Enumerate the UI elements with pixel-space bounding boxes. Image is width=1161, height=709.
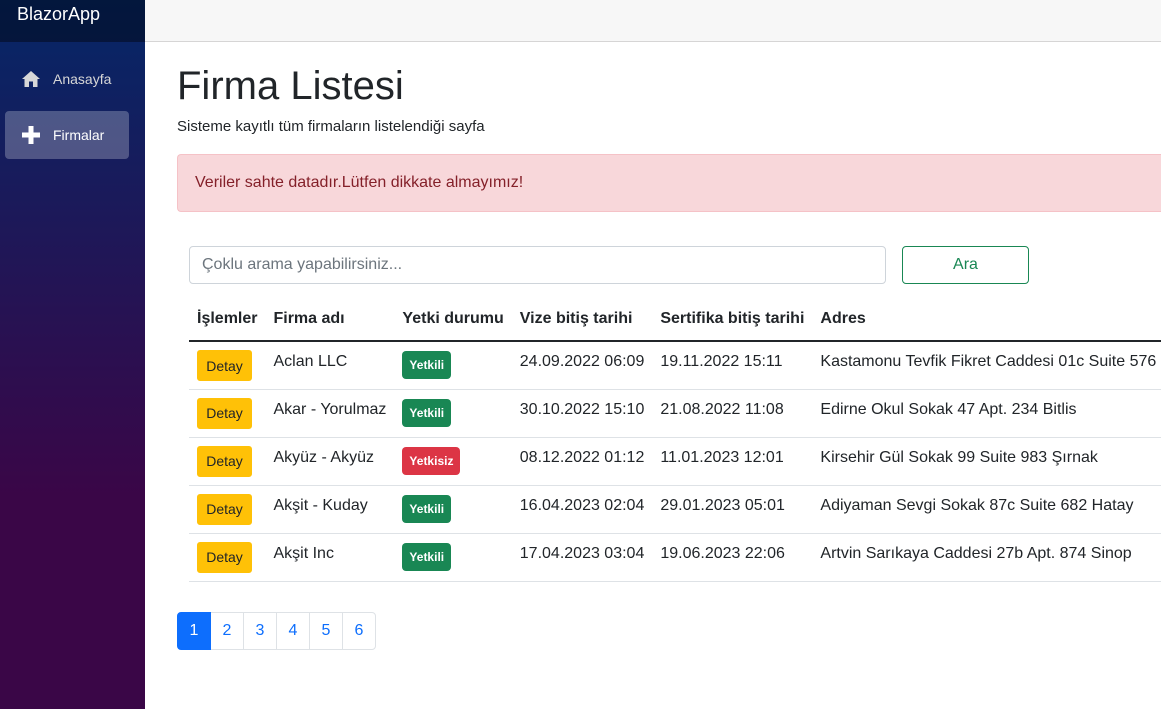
visa-end-cell: 16.04.2023 02:04 — [511, 485, 653, 534]
page-link-1[interactable]: 1 — [177, 612, 211, 650]
sidebar-item-label: Anasayfa — [53, 71, 112, 87]
visa-end-cell: 08.12.2022 01:12 — [511, 437, 653, 486]
detail-button[interactable]: Detay — [197, 350, 252, 381]
authorization-cell: Yetkili — [394, 533, 512, 582]
status-badge: Yetkili — [402, 398, 452, 427]
address-cell: Kastamonu Tevfik Fikret Caddesi 01c Suit… — [812, 341, 1161, 390]
sidebar: BlazorApp Anasayfa Firmalar — [0, 0, 145, 709]
company-name-cell: Akar - Yorulmaz — [265, 389, 395, 438]
page-link-3[interactable]: 3 — [243, 612, 277, 650]
page-link-5[interactable]: 5 — [309, 612, 343, 650]
detail-button[interactable]: Detay — [197, 397, 252, 429]
table-row: Detay Akşit - Kuday Yetkili 16.04.2023 0… — [189, 485, 1161, 534]
page-link-2[interactable]: 2 — [210, 612, 244, 650]
table-header-row: İşlemler Firma adı Yetki durumu Vize bit… — [189, 298, 1161, 342]
sidebar-nav: Anasayfa Firmalar — [0, 42, 145, 159]
company-name-cell: Akşit - Kuday — [265, 485, 395, 534]
sidebar-item-firmalar[interactable]: Firmalar — [5, 111, 129, 159]
company-name-cell: Aclan LLC — [265, 341, 395, 390]
search-row: Ara — [189, 246, 1029, 284]
table-row: Detay Akar - Yorulmaz Yetkili 30.10.2022… — [189, 389, 1161, 438]
pagination: 1 2 3 4 5 6 — [177, 612, 376, 650]
certificate-end-cell: 19.11.2022 15:11 — [652, 341, 813, 390]
column-header-firma-adi: Firma adı — [265, 298, 395, 342]
certificate-end-cell: 21.08.2022 11:08 — [652, 389, 813, 438]
sidebar-item-anasayfa[interactable]: Anasayfa — [5, 55, 129, 103]
detail-button[interactable]: Detay — [197, 493, 252, 525]
column-header-adres: Adres — [812, 298, 1161, 342]
actions-cell: Detay — [189, 341, 266, 390]
status-badge: Yetkisiz — [402, 446, 461, 475]
top-bar — [145, 0, 1161, 42]
table-row: Detay Aclan LLC Yetkili 24.09.2022 06:09… — [189, 341, 1161, 390]
authorization-cell: Yetkili — [394, 485, 512, 534]
column-header-sertifika-bitis: Sertifika bitiş tarihi — [652, 298, 813, 342]
search-button[interactable]: Ara — [902, 246, 1029, 284]
status-badge: Yetkili — [402, 351, 452, 379]
home-icon — [21, 69, 41, 89]
address-cell: Edirne Okul Sokak 47 Apt. 234 Bitlis — [812, 389, 1161, 438]
page-title: Firma Listesi — [177, 64, 404, 108]
company-name-cell: Akşit Inc — [265, 533, 395, 582]
warning-alert: Veriler sahte datadır.Lütfen dikkate alm… — [177, 154, 1161, 212]
address-cell: Artvin Sarıkaya Caddesi 27b Apt. 874 Sin… — [812, 533, 1161, 582]
address-cell: Kirsehir Gül Sokak 99 Suite 983 Şırnak — [812, 437, 1161, 486]
status-badge: Yetkili — [402, 542, 452, 571]
visa-end-cell: 24.09.2022 06:09 — [511, 341, 653, 390]
certificate-end-cell: 11.01.2023 12:01 — [652, 437, 813, 486]
visa-end-cell: 17.04.2023 03:04 — [511, 533, 653, 582]
alert-text: Veriler sahte datadır.Lütfen dikkate alm… — [195, 174, 524, 191]
company-name-cell: Akyüz - Akyüz — [265, 437, 395, 486]
app-brand[interactable]: BlazorApp — [17, 4, 100, 25]
authorization-cell: Yetkisiz — [394, 437, 512, 486]
main-content: Firma Listesi Sisteme kayıtlı tüm firmal… — [177, 42, 1161, 650]
page-subtitle: Sisteme kayıtlı tüm firmaların listelend… — [177, 118, 485, 135]
actions-cell: Detay — [189, 533, 266, 582]
page-link-6[interactable]: 6 — [342, 612, 376, 650]
actions-cell: Detay — [189, 437, 266, 486]
visa-end-cell: 30.10.2022 15:10 — [511, 389, 653, 438]
column-header-islemler: İşlemler — [189, 298, 266, 342]
authorization-cell: Yetkili — [394, 389, 512, 438]
search-input[interactable] — [189, 246, 886, 284]
certificate-end-cell: 29.01.2023 05:01 — [652, 485, 813, 534]
actions-cell: Detay — [189, 485, 266, 534]
brand-bar: BlazorApp — [0, 0, 145, 42]
table-row: Detay Akşit Inc Yetkili 17.04.2023 03:04… — [189, 533, 1161, 582]
actions-cell: Detay — [189, 389, 266, 438]
sidebar-item-label: Firmalar — [53, 127, 105, 143]
plus-icon — [21, 125, 41, 145]
detail-button[interactable]: Detay — [197, 445, 252, 477]
detail-button[interactable]: Detay — [197, 541, 252, 573]
company-table: İşlemler Firma adı Yetki durumu Vize bit… — [189, 298, 1161, 582]
status-badge: Yetkili — [402, 494, 452, 523]
certificate-end-cell: 19.06.2023 22:06 — [652, 533, 813, 582]
table-row: Detay Akyüz - Akyüz Yetkisiz 08.12.2022 … — [189, 437, 1161, 486]
page-link-4[interactable]: 4 — [276, 612, 310, 650]
column-header-vize-bitis: Vize bitiş tarihi — [511, 298, 653, 342]
authorization-cell: Yetkili — [394, 341, 512, 390]
address-cell: Adiyaman Sevgi Sokak 87c Suite 682 Hatay — [812, 485, 1161, 534]
column-header-yetki-durumu: Yetki durumu — [394, 298, 512, 342]
